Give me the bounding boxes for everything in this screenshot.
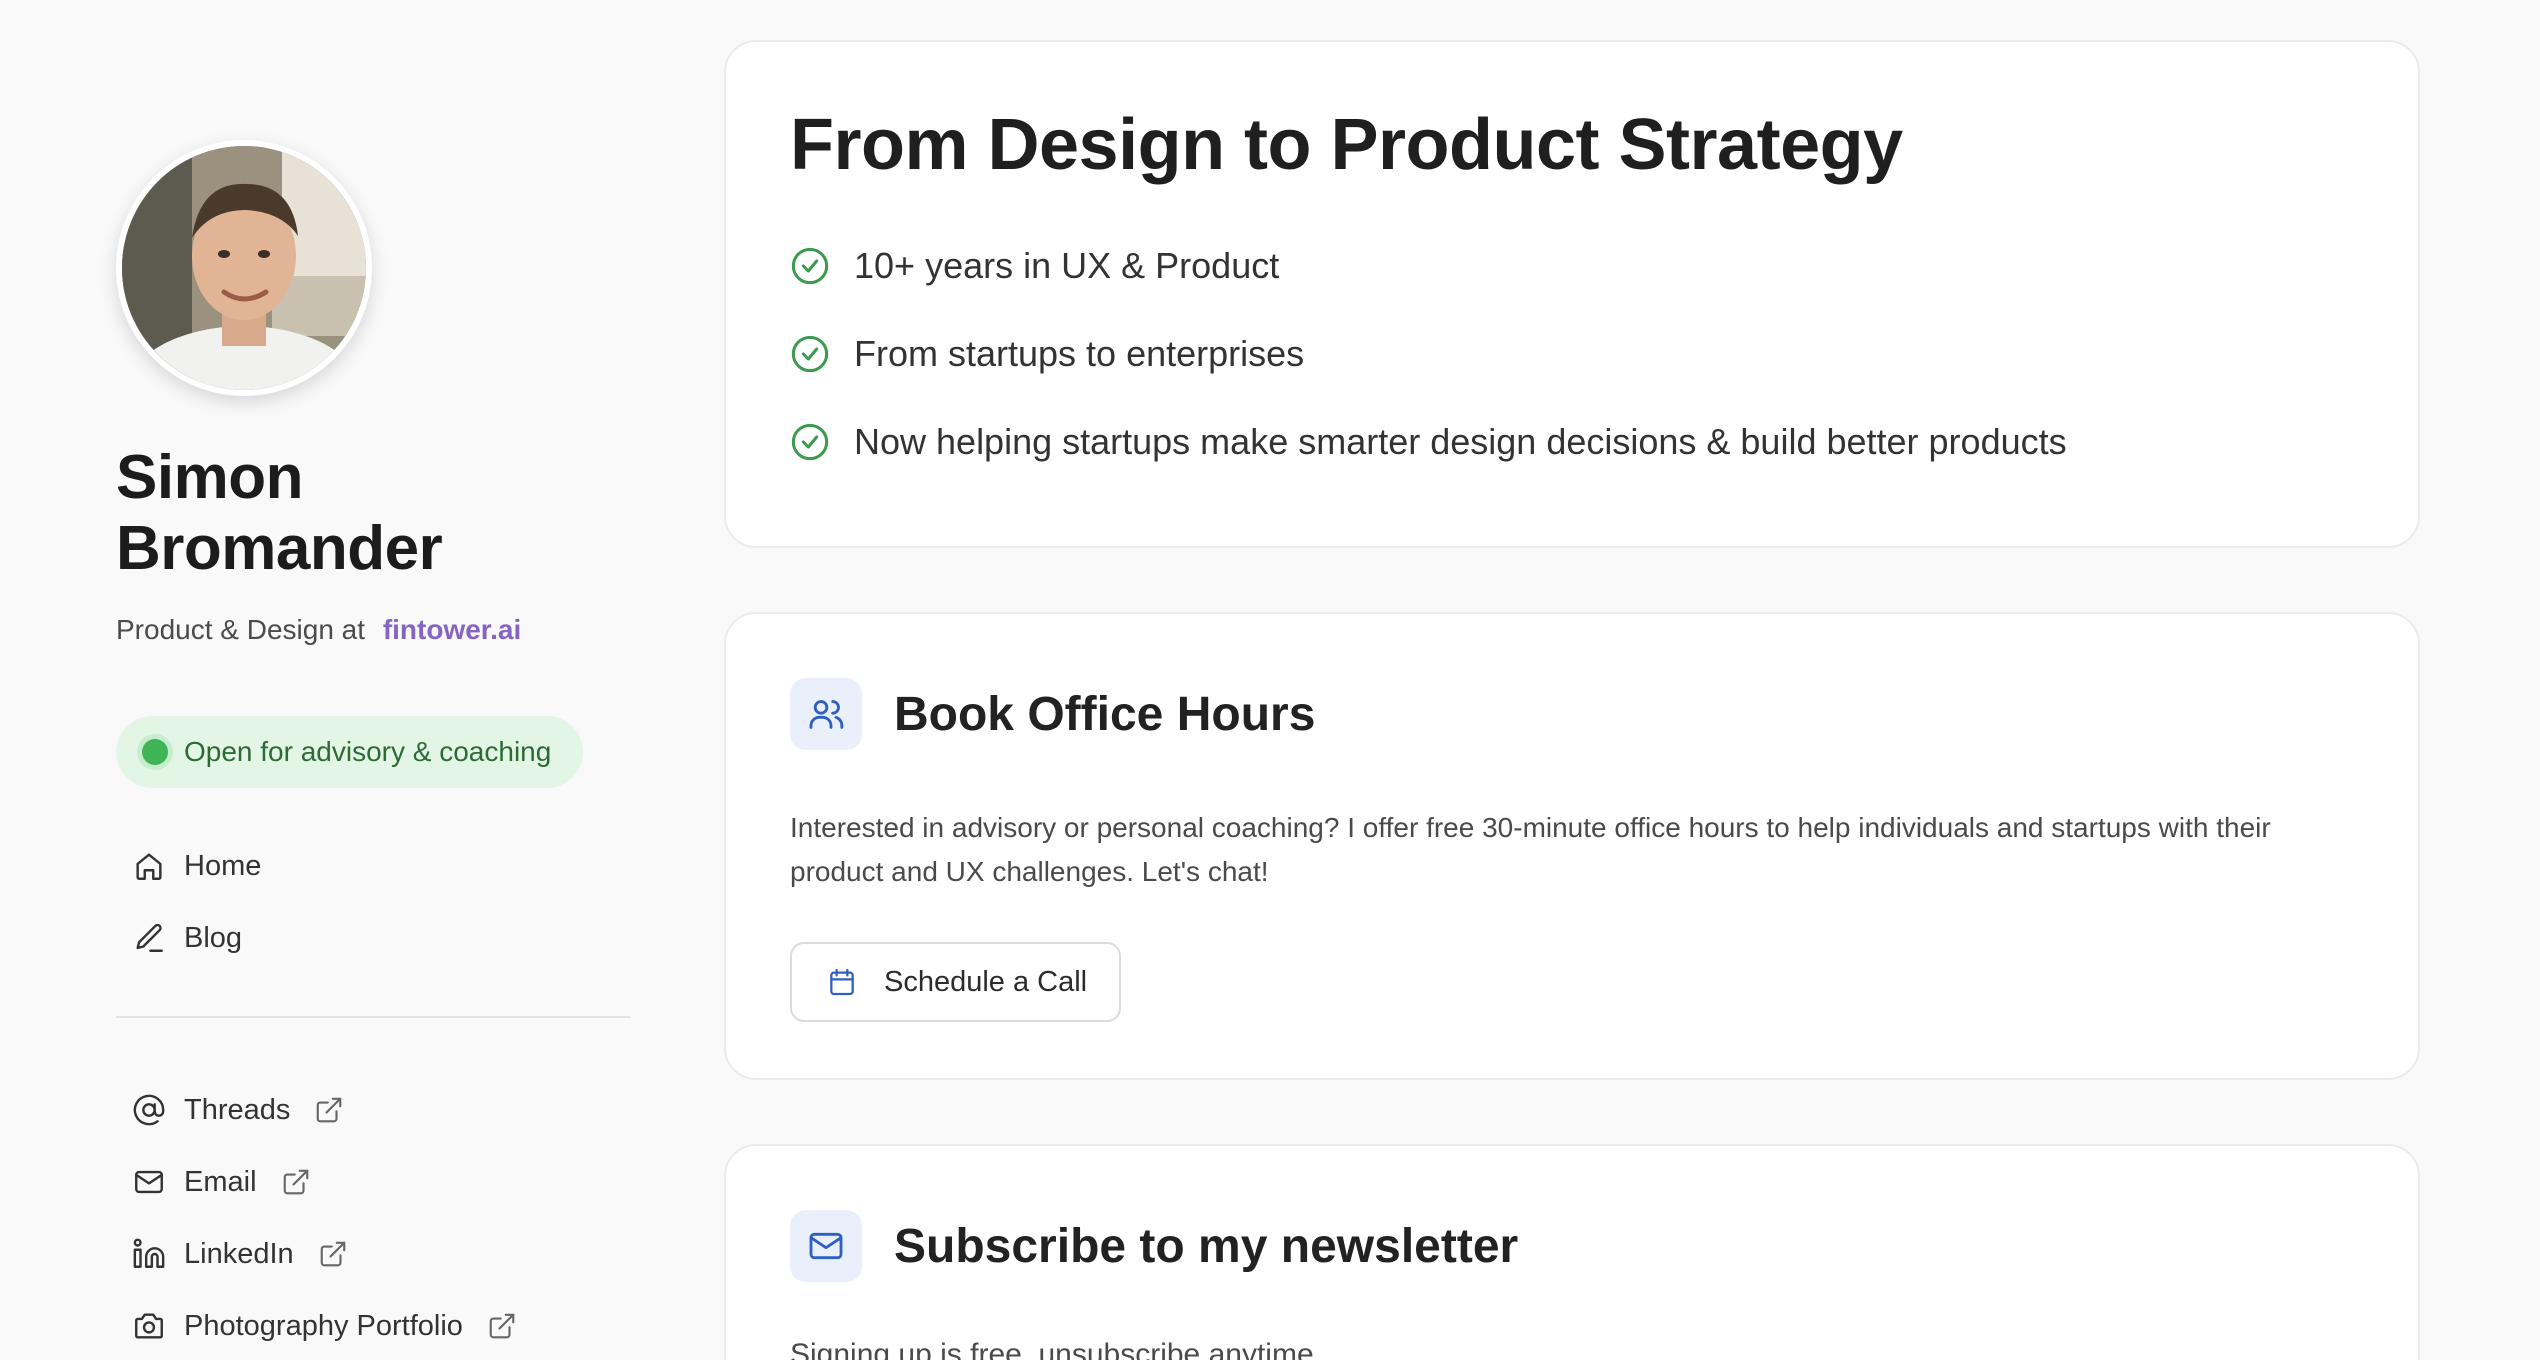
nav-label-email: Email — [184, 1165, 257, 1198]
newsletter-header: Subscribe to my newsletter — [790, 1210, 2354, 1282]
status-badge: Open for advisory & coaching — [116, 716, 584, 788]
pencil-icon — [136, 923, 163, 952]
office-hours-header: Book Office Hours — [790, 678, 2354, 750]
status-dot-icon — [142, 739, 168, 765]
role-prefix: Product & Design at — [116, 614, 366, 645]
users-icon-box — [790, 678, 862, 750]
hero-point: 10+ years in UX & Product — [790, 222, 2354, 310]
nav-label-threads: Threads — [184, 1093, 291, 1126]
calendar-icon — [830, 968, 854, 996]
hero-title: From Design to Product Strategy — [790, 105, 1903, 185]
page: Simon Bromander Product & Design at fint… — [0, 0, 2540, 1360]
sidebar-divider — [116, 1016, 630, 1018]
check-circle-icon — [791, 247, 829, 285]
home-icon — [136, 853, 162, 880]
office-hours-description: Interested in advisory or personal coach… — [790, 812, 2271, 887]
hero-point-text: From startups to enterprises — [854, 333, 1305, 374]
external-link-icon — [317, 1097, 342, 1123]
primary-nav: Home Blog — [116, 830, 630, 974]
hero-points: 10+ years in UX & Product From startups … — [790, 222, 2354, 486]
nav-label-photography-portfolio: Photography Portfolio — [184, 1309, 463, 1342]
hero-point: From startups to enterprises — [790, 310, 2354, 398]
profile-name: Simon Bromander — [116, 443, 443, 583]
hero-point: Now helping startups make smarter design… — [790, 398, 2354, 486]
linkedin-icon — [133, 1238, 165, 1268]
nav-item-email[interactable]: Email — [116, 1146, 630, 1218]
status-text: Open for advisory & coaching — [184, 736, 552, 767]
nav-label-home: Home — [184, 849, 262, 882]
profile-photo — [122, 146, 366, 390]
external-link-icon — [320, 1241, 345, 1267]
profile-role: Product & Design at fintower.ai — [116, 614, 630, 646]
profile-photo-illustration — [122, 146, 366, 390]
hero-card: From Design to Product Strategy 10+ year… — [724, 40, 2420, 548]
mail-icon — [809, 1232, 843, 1260]
check-circle-icon — [791, 423, 829, 461]
schedule-call-button[interactable]: Schedule a Call — [790, 942, 1122, 1022]
mail-icon — [135, 1170, 163, 1194]
nav-item-linkedin[interactable]: LinkedIn — [116, 1218, 630, 1290]
camera-icon — [135, 1313, 163, 1339]
office-hours-title: Book Office Hours — [894, 687, 1316, 741]
nav-item-home[interactable]: Home — [116, 830, 630, 902]
mail-icon-box — [790, 1210, 862, 1282]
external-links: Threads Email LinkedIn Photography Portf… — [116, 1074, 630, 1360]
newsletter-card: Subscribe to my newsletter Signing up is… — [724, 1144, 2420, 1360]
nav-item-photography-portfolio[interactable]: Photography Portfolio — [116, 1290, 630, 1360]
external-link-icon — [283, 1169, 308, 1195]
hero-point-text: 10+ years in UX & Product — [854, 245, 1280, 286]
newsletter-description: Signing up is free, unsubscribe anytime. — [790, 1338, 1322, 1360]
office-hours-card: Book Office Hours Interested in advisory… — [724, 612, 2420, 1080]
newsletter-title: Subscribe to my newsletter — [894, 1219, 1519, 1273]
users-icon — [809, 700, 844, 729]
nav-label-blog: Blog — [184, 921, 243, 954]
nav-item-threads[interactable]: Threads — [116, 1074, 630, 1146]
schedule-call-label: Schedule a Call — [884, 965, 1088, 998]
nav-item-blog[interactable]: Blog — [116, 902, 630, 974]
hero-point-text: Now helping startups make smarter design… — [854, 421, 2067, 462]
avatar — [116, 140, 372, 396]
nav-label-linkedin: LinkedIn — [184, 1237, 294, 1270]
check-circle-icon — [791, 335, 829, 373]
sidebar: Simon Bromander Product & Design at fint… — [116, 140, 630, 1360]
external-link-icon — [489, 1313, 515, 1339]
at-icon — [133, 1094, 165, 1126]
company-link[interactable]: fintower.ai — [383, 614, 521, 645]
